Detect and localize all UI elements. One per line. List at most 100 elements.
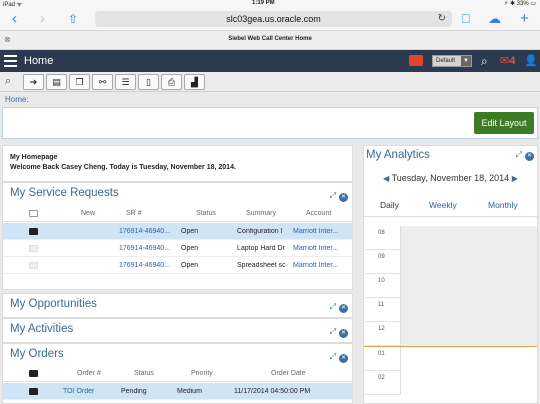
hour-slot[interactable] (400, 226, 537, 250)
expand-icon[interactable]: ⤢ (330, 327, 336, 336)
new-tab-icon[interactable]: + (520, 11, 529, 27)
hamburger-menu-icon[interactable] (4, 55, 17, 67)
row-checkbox[interactable] (29, 245, 38, 252)
expand-icon[interactable]: ⤢ (330, 302, 336, 311)
hour-slot[interactable] (400, 274, 537, 298)
hour-slot[interactable] (400, 322, 537, 346)
bookmarks-icon[interactable]: ⎕ (462, 11, 470, 27)
chart-icon[interactable]: ▟ (184, 74, 205, 90)
analytics-applet: My Analytics ⤢ ✕ ◀ Tuesday, November 18, … (363, 145, 538, 404)
expand-icon[interactable]: ⤢ (516, 150, 522, 159)
activities-title[interactable]: My Activities (10, 323, 73, 335)
left-column: My Homepage Welcome Back Casey Cheng. To… (2, 145, 353, 404)
list-icon[interactable]: ☰ (115, 74, 136, 90)
service-requests-title[interactable]: My Service Requests (10, 187, 119, 199)
table-row[interactable]: 176914-46940... Open Laptop Hard Dr Marr… (3, 240, 352, 257)
layout-select[interactable]: Default ▼ (432, 55, 472, 67)
document-icon[interactable]: ▯ (138, 74, 159, 90)
prev-day-icon[interactable]: ◀ (383, 174, 389, 183)
reload-icon[interactable]: ↻ (438, 11, 446, 27)
hour-label: 10 (378, 278, 385, 284)
clock-time: 1:19 PM (252, 0, 275, 6)
cloud-tabs-icon[interactable]: ☁ (488, 11, 501, 27)
orders-grid-header: Order # Status Priority Order Date (3, 366, 352, 382)
hour-label: 02 (378, 375, 385, 381)
hour-row: 11 (364, 298, 537, 322)
chevron-down-icon: ▼ (461, 56, 471, 66)
hour-slot[interactable] (400, 250, 537, 274)
tab-weekly[interactable]: Weekly (429, 200, 457, 210)
orders-title[interactable]: My Orders (10, 348, 64, 360)
breadcrumb[interactable]: Home: (5, 95, 29, 104)
row-checkbox[interactable] (29, 228, 38, 235)
hour-row: 02 (364, 371, 537, 395)
col-new[interactable]: New (81, 210, 95, 217)
share-icon[interactable]: ⇧ (68, 10, 78, 28)
close-icon[interactable]: ✕ (339, 354, 348, 363)
header-title: Home (24, 55, 54, 67)
hour-slot[interactable] (400, 347, 537, 371)
applet-controls: ⤢ ✕ (330, 302, 348, 313)
sr-account-link[interactable]: Marriott Inter... (293, 245, 351, 252)
table-row[interactable]: 176914-46940... Open Configuration I Mar… (3, 223, 352, 240)
select-all-checkbox[interactable] (29, 370, 38, 377)
app-header: Home Default ▼ ⌕ ✉4 👤 (0, 50, 540, 72)
copy-icon[interactable]: ❐ (69, 74, 90, 90)
col-order-number[interactable]: Order # (77, 370, 101, 377)
notifications-icon[interactable]: ✉4 (500, 54, 515, 67)
edit-layout-button[interactable]: Edit Layout (474, 112, 534, 134)
close-icon[interactable]: ✕ (525, 152, 534, 161)
applet-controls: ⤢ ✕ (330, 352, 348, 363)
close-icon[interactable]: ✕ (339, 304, 348, 313)
col-account[interactable]: Account (306, 210, 331, 217)
close-icon[interactable]: ✕ (339, 329, 348, 338)
close-icon[interactable]: ✕ (339, 193, 348, 202)
print-icon[interactable]: ⎙ (161, 74, 182, 90)
app-toolbar: ⌕ ➔ ▤ ❐ ⚯ ☰ ▯ ⎙ ▟ (0, 72, 540, 92)
go-forward-icon[interactable]: ➔ (23, 74, 44, 90)
col-priority[interactable]: Priority (191, 370, 213, 377)
col-order-date[interactable]: Order Date (271, 370, 306, 377)
search-icon[interactable]: ⌕ (481, 54, 488, 69)
chat-icon[interactable] (409, 55, 423, 66)
select-all-checkbox[interactable] (29, 210, 38, 217)
expand-icon[interactable]: ⤢ (330, 191, 336, 200)
sr-status: Open (181, 228, 199, 235)
link-icon[interactable]: ⚯ (92, 74, 113, 90)
col-sr-number[interactable]: SR # (126, 210, 142, 217)
table-row[interactable]: TOI Order Pending Medium 11/17/2014 04:5… (3, 383, 352, 400)
sr-number-link[interactable]: 176914-46940... (119, 245, 181, 252)
tab-title[interactable]: Siebel Web Call Center Home (0, 36, 540, 42)
order-number-link[interactable]: TOI Order (63, 388, 94, 395)
sr-account-link[interactable]: Marriott Inter... (293, 262, 351, 269)
hour-row: 08 (364, 226, 537, 250)
sr-account-link[interactable]: Marriott Inter... (293, 228, 351, 235)
back-icon[interactable]: ‹ (12, 10, 17, 28)
clipboard-icon[interactable]: ▤ (46, 74, 67, 90)
sr-number-link[interactable]: 176914-46940... (119, 262, 181, 269)
col-order-status[interactable]: Status (134, 370, 154, 377)
carrier-label: iPad ᯤ (3, 2, 23, 8)
analytics-title[interactable]: My Analytics (366, 149, 430, 161)
table-row[interactable]: 176914-46940... Open Spreadsheet sc Marr… (3, 257, 352, 274)
tab-monthly[interactable]: Monthly (488, 200, 518, 210)
col-summary[interactable]: Summary (246, 210, 276, 217)
sr-number-link[interactable]: 176914-46940... (119, 228, 181, 235)
toolbar-search-icon[interactable]: ⌕ (5, 75, 11, 88)
user-icon[interactable]: 👤 (524, 54, 538, 67)
hour-slot[interactable] (400, 371, 537, 395)
ios-status-bar: iPad ᯤ 1:19 PM ⚡ ✱ 33% ▭ (0, 0, 540, 8)
url-bar[interactable]: slc03gea.us.oracle.com ↻ (95, 11, 452, 27)
row-checkbox[interactable] (29, 262, 38, 269)
next-day-icon[interactable]: ▶ (512, 174, 518, 183)
hour-slot[interactable] (400, 298, 537, 322)
opportunities-applet: My Opportunities ⤢ ✕ (2, 293, 353, 318)
hour-row: 09 (364, 250, 537, 274)
tab-daily[interactable]: Daily (380, 200, 399, 210)
col-status[interactable]: Status (196, 210, 216, 217)
row-checkbox[interactable] (29, 388, 38, 395)
forward-icon[interactable]: › (40, 10, 45, 28)
expand-icon[interactable]: ⤢ (330, 352, 336, 361)
hour-label: 12 (378, 326, 385, 332)
opportunities-title[interactable]: My Opportunities (10, 298, 97, 310)
